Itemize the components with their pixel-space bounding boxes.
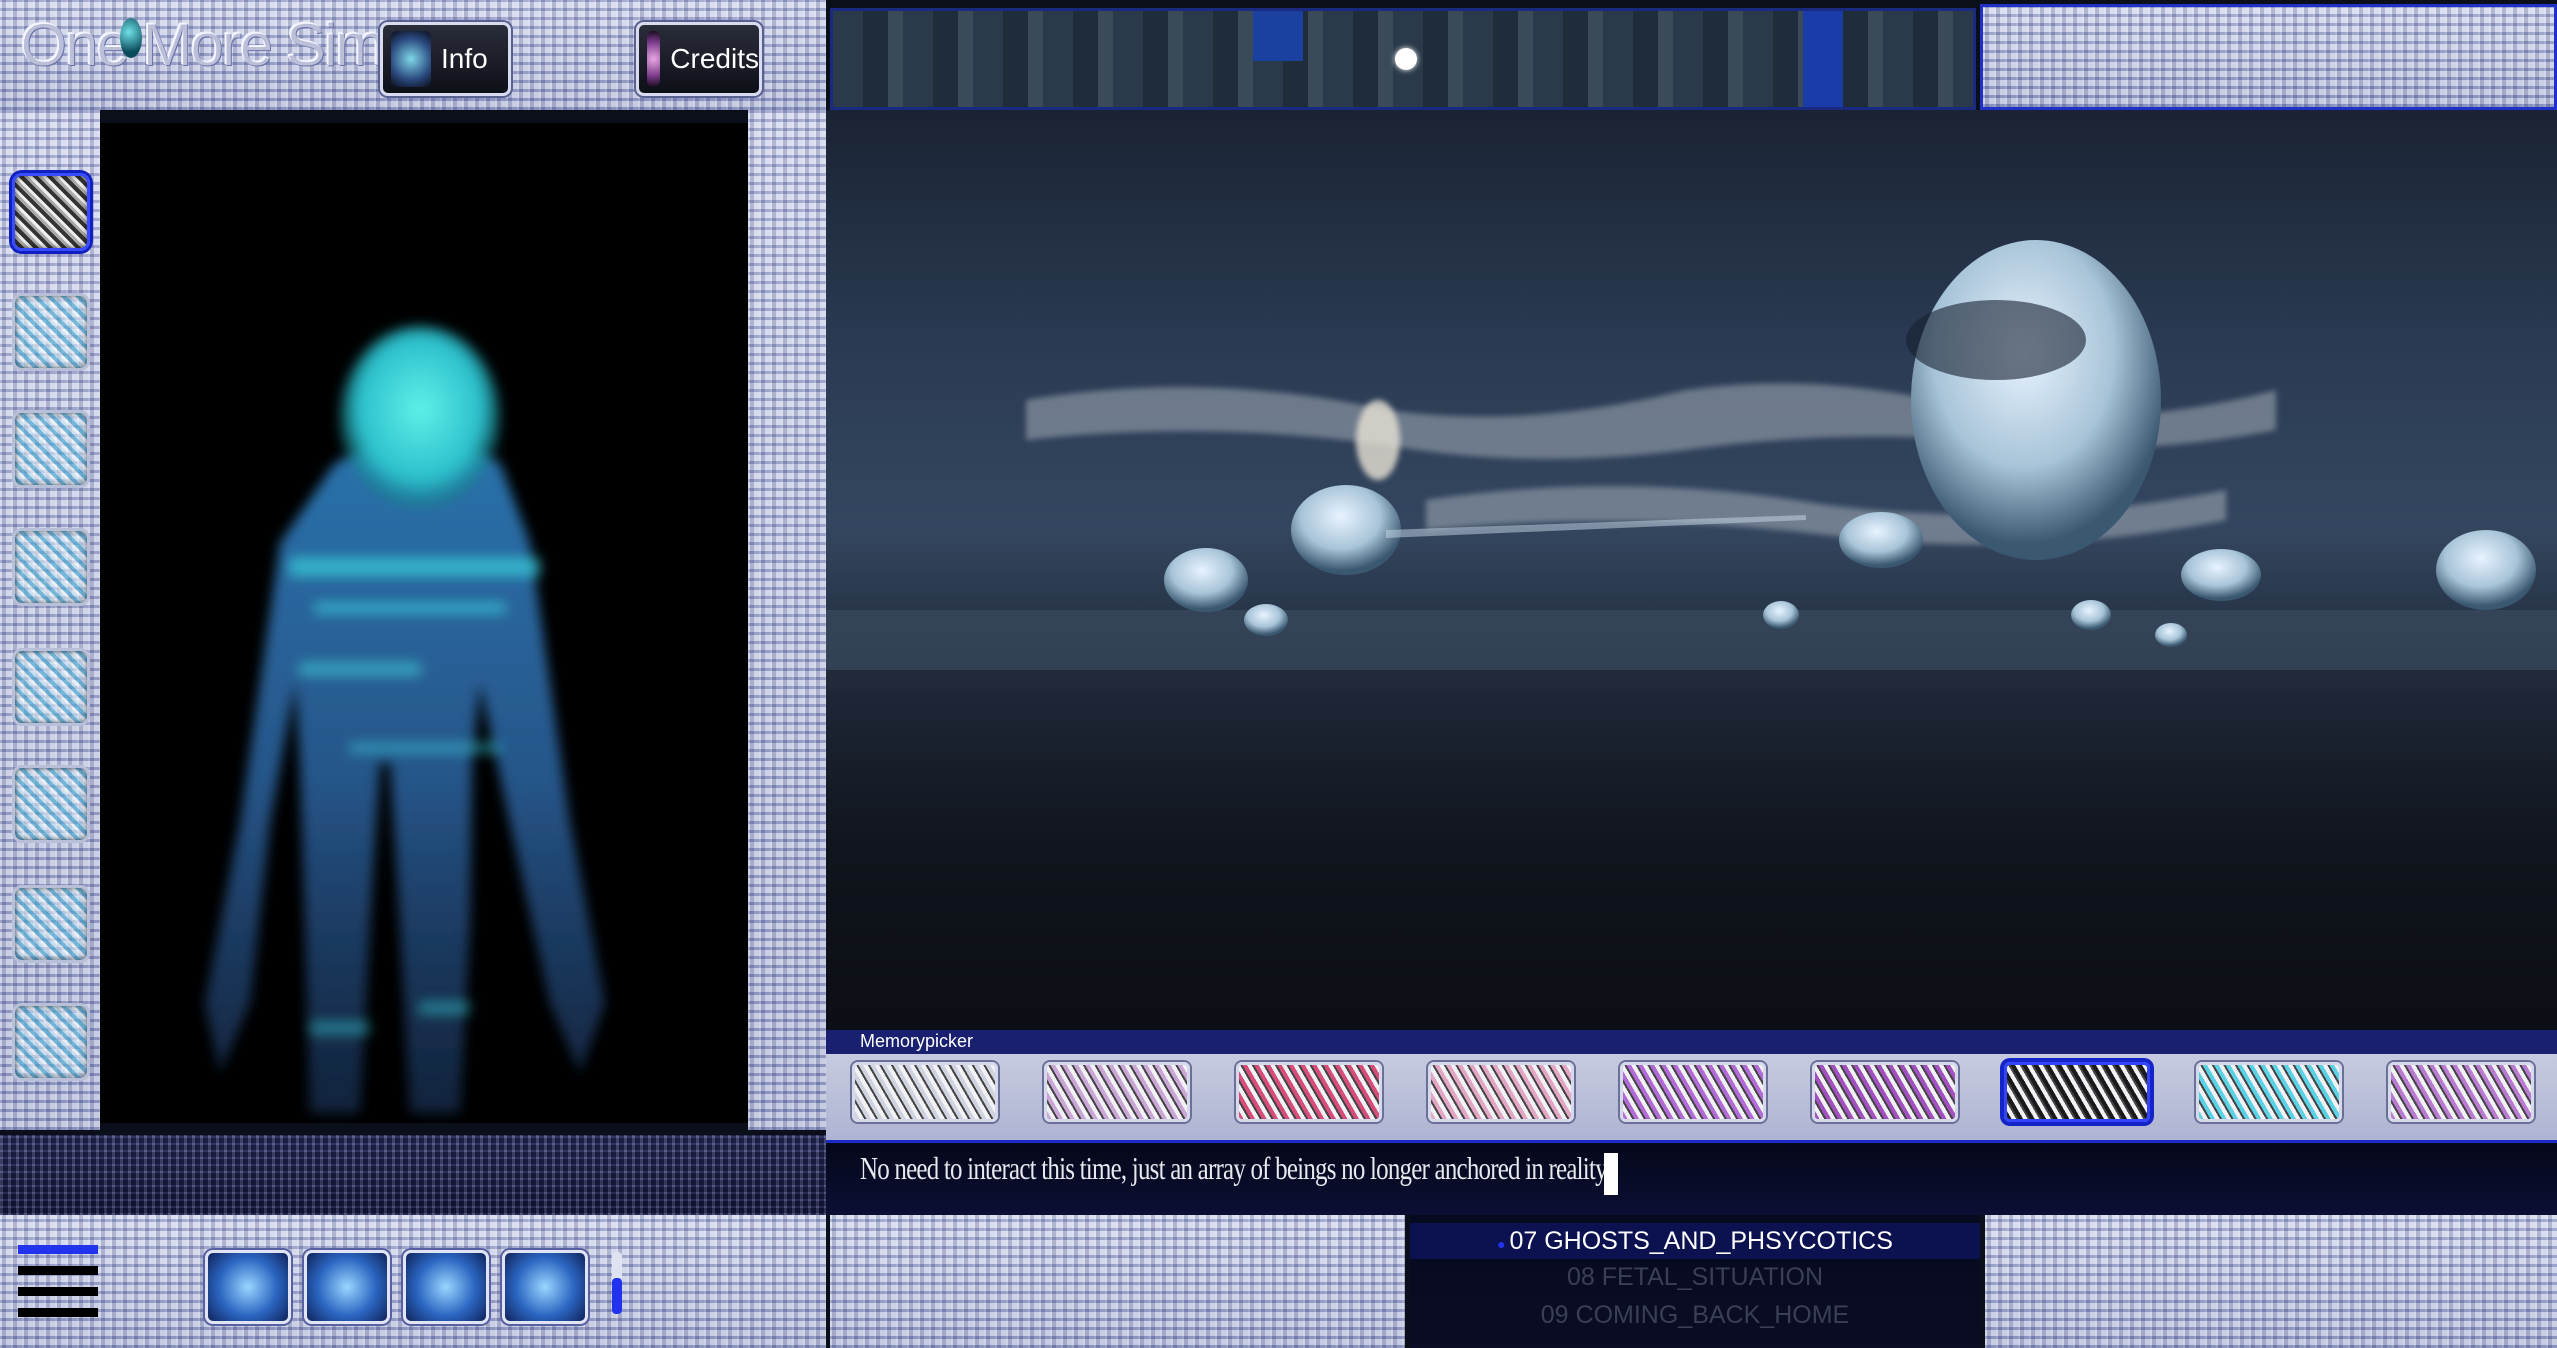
memory-thumb-9[interactable] (2388, 1062, 2534, 1122)
outfit-slot-8[interactable] (12, 1003, 90, 1081)
memory-thumb-4[interactable] (1428, 1062, 1574, 1122)
header-right-panel (1980, 4, 2557, 110)
track-current-label: 07 GHOSTS_AND_PHSYCOTICS (1509, 1227, 1893, 1255)
outfit-slot-4[interactable] (12, 528, 90, 606)
outfit-slot-5[interactable] (12, 648, 90, 726)
ghost-scene (826, 240, 2557, 690)
figure-icon-button[interactable] (502, 1250, 588, 1324)
ghost-figure (205, 326, 605, 1113)
bottom-deco-panel (830, 1215, 1405, 1348)
menu-button[interactable] (18, 1245, 98, 1323)
menu-bar-2 (18, 1266, 98, 1275)
outfit-slot-7[interactable] (12, 885, 90, 963)
minimap-strip[interactable] (830, 8, 1976, 110)
track-current[interactable]: ● 07 GHOSTS_AND_PHSYCOTICS (1410, 1223, 1980, 1259)
minimap-water (1253, 11, 1303, 61)
volume-fill (612, 1278, 622, 1314)
character-preview[interactable] (100, 123, 748, 1123)
track-next[interactable]: 08 FETAL_SITUATION (1410, 1263, 1980, 1292)
menu-bar-1 (18, 1245, 98, 1254)
right-sidebar (748, 110, 826, 1130)
credits-button-label: Credits (670, 43, 759, 74)
memory-thumb-7[interactable] (2004, 1062, 2150, 1122)
menu-bar-3 (18, 1287, 98, 1296)
outfit-slot-1[interactable] (12, 173, 90, 251)
credits-icon (647, 31, 661, 87)
info-button[interactable]: Info (380, 22, 511, 96)
memory-thumb-8[interactable] (2196, 1062, 2342, 1122)
scene-viewport[interactable] (826, 110, 2557, 1035)
status-strip (0, 1135, 826, 1215)
app-logo: One More Sim (20, 11, 385, 78)
memory-thumb-5[interactable] (1620, 1062, 1766, 1122)
memory-thumb-1[interactable] (852, 1062, 998, 1122)
memorypicker-label: Memorypicker (860, 1031, 974, 1051)
equalizer-icon-button[interactable] (205, 1250, 291, 1324)
memory-thumb-3[interactable] (1236, 1062, 1382, 1122)
menu-bar-4 (18, 1308, 98, 1317)
grid-icon-button[interactable] (304, 1250, 390, 1324)
memory-thumb-2[interactable] (1044, 1062, 1190, 1122)
outfit-slot-2[interactable] (12, 293, 90, 371)
minimap-water-2 (1803, 11, 1843, 107)
track-after[interactable]: 09 COMING_BACK_HOME (1410, 1301, 1980, 1330)
outfit-slot-6[interactable] (12, 765, 90, 843)
dialogue-text: No need to interact this time, just an a… (860, 1150, 1611, 1186)
text-caret (1604, 1153, 1618, 1195)
credits-button[interactable]: Credits (636, 22, 762, 96)
eye-icon-button[interactable] (403, 1250, 489, 1324)
track-list[interactable]: ● 07 GHOSTS_AND_PHSYCOTICS 08 FETAL_SITU… (1410, 1215, 1980, 1348)
outfit-slot-3[interactable] (12, 410, 90, 488)
info-button-label: Info (441, 43, 488, 74)
track-playing-icon: ● (1497, 1236, 1510, 1252)
info-icon (391, 31, 431, 87)
minimap-marker-icon (1395, 48, 1417, 70)
logo-orb-icon (120, 18, 142, 58)
bottom-right-panel (1985, 1215, 2557, 1348)
left-sidebar (0, 110, 100, 1130)
memory-thumb-6[interactable] (1812, 1062, 1958, 1122)
